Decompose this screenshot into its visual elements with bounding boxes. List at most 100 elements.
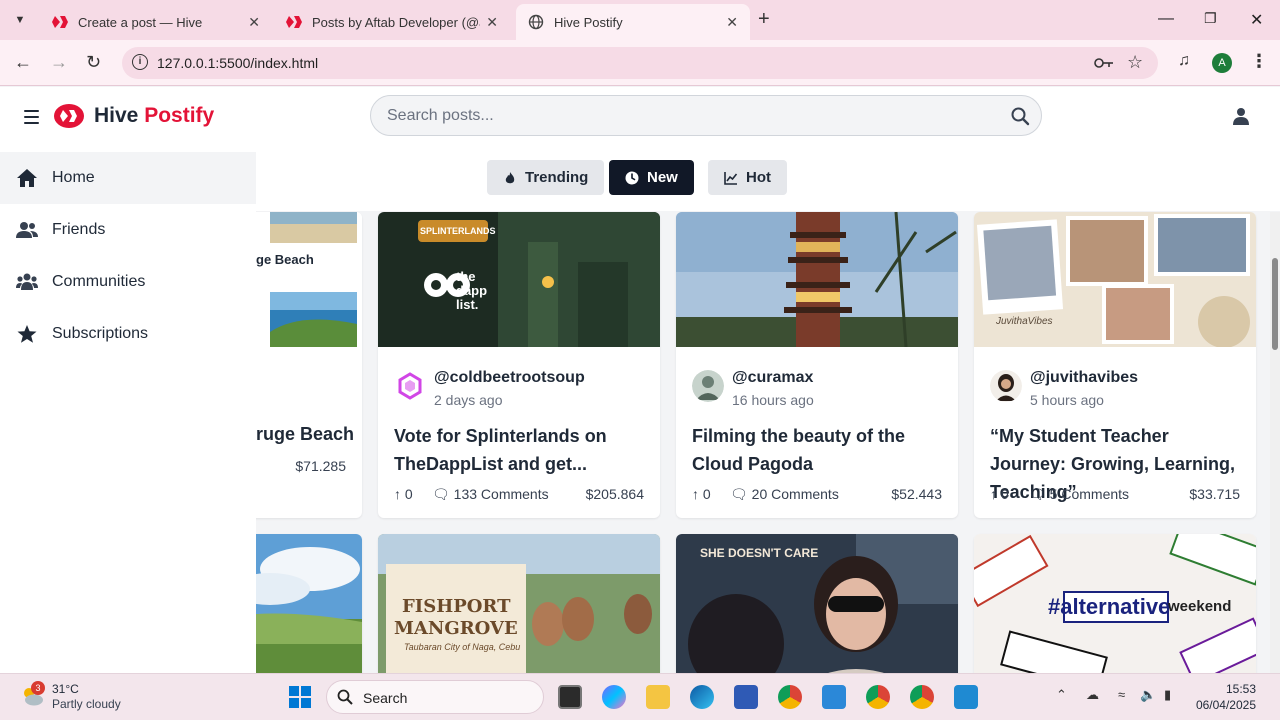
- post-payout: $71.285: [295, 458, 346, 474]
- post-time: 2 days ago: [434, 392, 503, 408]
- browser-tab-strip: ▼ Create a post — Hive ✕ Posts by Aftab …: [0, 0, 1280, 40]
- post-author[interactable]: @juvithavibes: [1030, 369, 1138, 387]
- browser-menu-icon[interactable]: ⋮: [1250, 51, 1268, 72]
- comments-link[interactable]: 🗨 133 Comments: [432, 486, 549, 503]
- new-tab-button[interactable]: +: [758, 8, 770, 31]
- hamburger-menu-icon[interactable]: [24, 110, 39, 124]
- post-title[interactable]: Filming the beauty of the Cloud Pagoda: [692, 422, 942, 478]
- weather-condition[interactable]: Partly cloudy: [52, 697, 121, 711]
- post-card[interactable]: SHE DOESN'T CARE: [676, 534, 958, 694]
- trending-button[interactable]: Trending: [487, 160, 605, 195]
- sidebar-item-friends[interactable]: Friends: [0, 204, 256, 256]
- edge-icon[interactable]: [690, 685, 714, 709]
- forward-icon[interactable]: →: [50, 52, 68, 73]
- wifi-icon[interactable]: ≈: [1118, 687, 1125, 702]
- avatar[interactable]: [394, 370, 426, 402]
- comment-icon: 🗨: [1028, 486, 1046, 502]
- tab-hive-postify[interactable]: Hive Postify ✕: [516, 4, 750, 40]
- task-view-icon[interactable]: [558, 685, 582, 709]
- hot-button[interactable]: Hot: [708, 160, 787, 195]
- thumbnail-caption: ge Beach: [256, 252, 314, 267]
- vscode-icon[interactable]: [954, 685, 978, 709]
- avatar[interactable]: [990, 370, 1022, 402]
- thumbnail-text: MANGROVE: [394, 618, 518, 639]
- scrollbar-thumb[interactable]: [1272, 258, 1278, 350]
- media-controls-icon[interactable]: ♫: [1178, 52, 1190, 70]
- copilot-icon[interactable]: [602, 685, 626, 709]
- home-icon: [17, 169, 37, 187]
- password-key-icon[interactable]: [1094, 56, 1114, 70]
- post-payout: $52.443: [891, 486, 942, 502]
- user-icon[interactable]: [1232, 107, 1250, 125]
- sidebar-item-communities[interactable]: Communities: [0, 256, 256, 308]
- chrome-active-icon[interactable]: [910, 685, 934, 709]
- comments-link[interactable]: 🗨 20 Comments: [730, 486, 839, 503]
- volume-icon[interactable]: 🔈: [1140, 687, 1156, 703]
- post-card[interactable]: @curamax 16 hours ago Filming the beauty…: [676, 212, 958, 518]
- search-icon: [337, 689, 353, 705]
- taskbar-search[interactable]: Search: [326, 680, 544, 714]
- upvote-button[interactable]: ↑ 0: [990, 486, 1009, 502]
- file-explorer-icon[interactable]: [646, 685, 670, 709]
- search-input[interactable]: Search posts...: [387, 107, 494, 125]
- post-author[interactable]: @curamax: [732, 369, 813, 387]
- url-text[interactable]: 127.0.0.1:5500/index.html: [157, 55, 318, 71]
- page-scrollbar[interactable]: [1270, 212, 1280, 673]
- close-tab-icon[interactable]: ✕: [486, 14, 498, 31]
- restore-icon[interactable]: ❐: [1204, 10, 1217, 27]
- upvote-button[interactable]: ↑ 0: [692, 486, 711, 502]
- post-thumbnail: [676, 212, 958, 347]
- sidebar-item-label: Subscriptions: [52, 325, 149, 342]
- address-bar-row: ← → ↻ i 127.0.0.1:5500/index.html ☆ ♫ ⋮: [0, 40, 1280, 86]
- search-icon[interactable]: [1010, 106, 1030, 126]
- comments-link[interactable]: 🗨 5 Comments: [1028, 486, 1129, 503]
- reload-icon[interactable]: ↻: [86, 52, 101, 73]
- sidebar-item-label: Friends: [52, 221, 106, 238]
- tab-search-chevron-icon[interactable]: ▼: [8, 8, 32, 32]
- close-window-icon[interactable]: ✕: [1250, 10, 1263, 30]
- post-title[interactable]: ruge Beach: [256, 424, 354, 445]
- profile-avatar[interactable]: A: [1212, 53, 1232, 73]
- omnibox[interactable]: i 127.0.0.1:5500/index.html: [122, 47, 1158, 79]
- site-info-icon[interactable]: i: [132, 54, 148, 70]
- sidebar-item-home[interactable]: Home: [0, 152, 256, 204]
- temperature[interactable]: 31°C: [52, 682, 79, 696]
- post-author[interactable]: @coldbeetrootsoup: [434, 369, 585, 387]
- post-card[interactable]: #alternative weekend: [974, 534, 1256, 694]
- tab-posts-by-aftab[interactable]: Posts by Aftab Developer (@aft ✕: [274, 4, 510, 40]
- post-payout: $205.864: [585, 486, 644, 502]
- battery-icon[interactable]: ▮: [1164, 687, 1171, 703]
- close-tab-icon[interactable]: ✕: [248, 14, 260, 31]
- arrow-up-icon: ↑: [692, 486, 699, 502]
- app-header: Hive Postify Search posts...: [0, 87, 1280, 151]
- new-button[interactable]: New: [609, 160, 694, 195]
- search-bar[interactable]: Search posts...: [370, 95, 1042, 136]
- post-card[interactable]: SPLINTERLANDS the dapp list. @coldbeetro…: [378, 212, 660, 518]
- back-icon[interactable]: ←: [14, 52, 32, 73]
- chrome-icon[interactable]: [866, 685, 890, 709]
- tab-title: Create a post — Hive: [78, 14, 203, 30]
- clock[interactable]: 15:53 06/04/2025: [1196, 681, 1256, 713]
- post-card[interactable]: FISHPORT MANGROVE Taubaran City of Naga,…: [378, 534, 660, 694]
- sidebar-item-label: Communities: [52, 273, 146, 290]
- tab-create-post[interactable]: Create a post — Hive ✕: [40, 4, 272, 40]
- microsoft-store-icon[interactable]: [734, 685, 758, 709]
- windows-start-icon[interactable]: [288, 685, 312, 709]
- sort-bar: Trending New Hot: [256, 151, 1280, 211]
- notepad-icon[interactable]: [822, 685, 846, 709]
- onedrive-icon[interactable]: ☁: [1086, 687, 1099, 703]
- post-card[interactable]: JuvithaVibes @juvithavibes 5 hours ago “…: [974, 212, 1256, 518]
- chart-line-icon: [724, 171, 738, 185]
- comment-icon: 🗨: [730, 486, 748, 502]
- chrome-profile-icon[interactable]: [778, 685, 802, 709]
- close-tab-icon[interactable]: ✕: [726, 14, 738, 31]
- thumbnail-text: JuvithaVibes: [996, 316, 1053, 327]
- sidebar-item-subscriptions[interactable]: Subscriptions: [0, 308, 256, 360]
- tray-overflow-icon[interactable]: ⌃: [1056, 687, 1067, 703]
- upvote-button[interactable]: ↑ 0: [394, 486, 413, 502]
- minimize-icon[interactable]: —: [1158, 10, 1174, 28]
- post-title[interactable]: Vote for Splinterlands on TheDappList an…: [394, 422, 644, 478]
- tab-title: Hive Postify: [554, 14, 623, 30]
- avatar[interactable]: [692, 370, 724, 402]
- bookmark-star-icon[interactable]: ☆: [1127, 52, 1143, 73]
